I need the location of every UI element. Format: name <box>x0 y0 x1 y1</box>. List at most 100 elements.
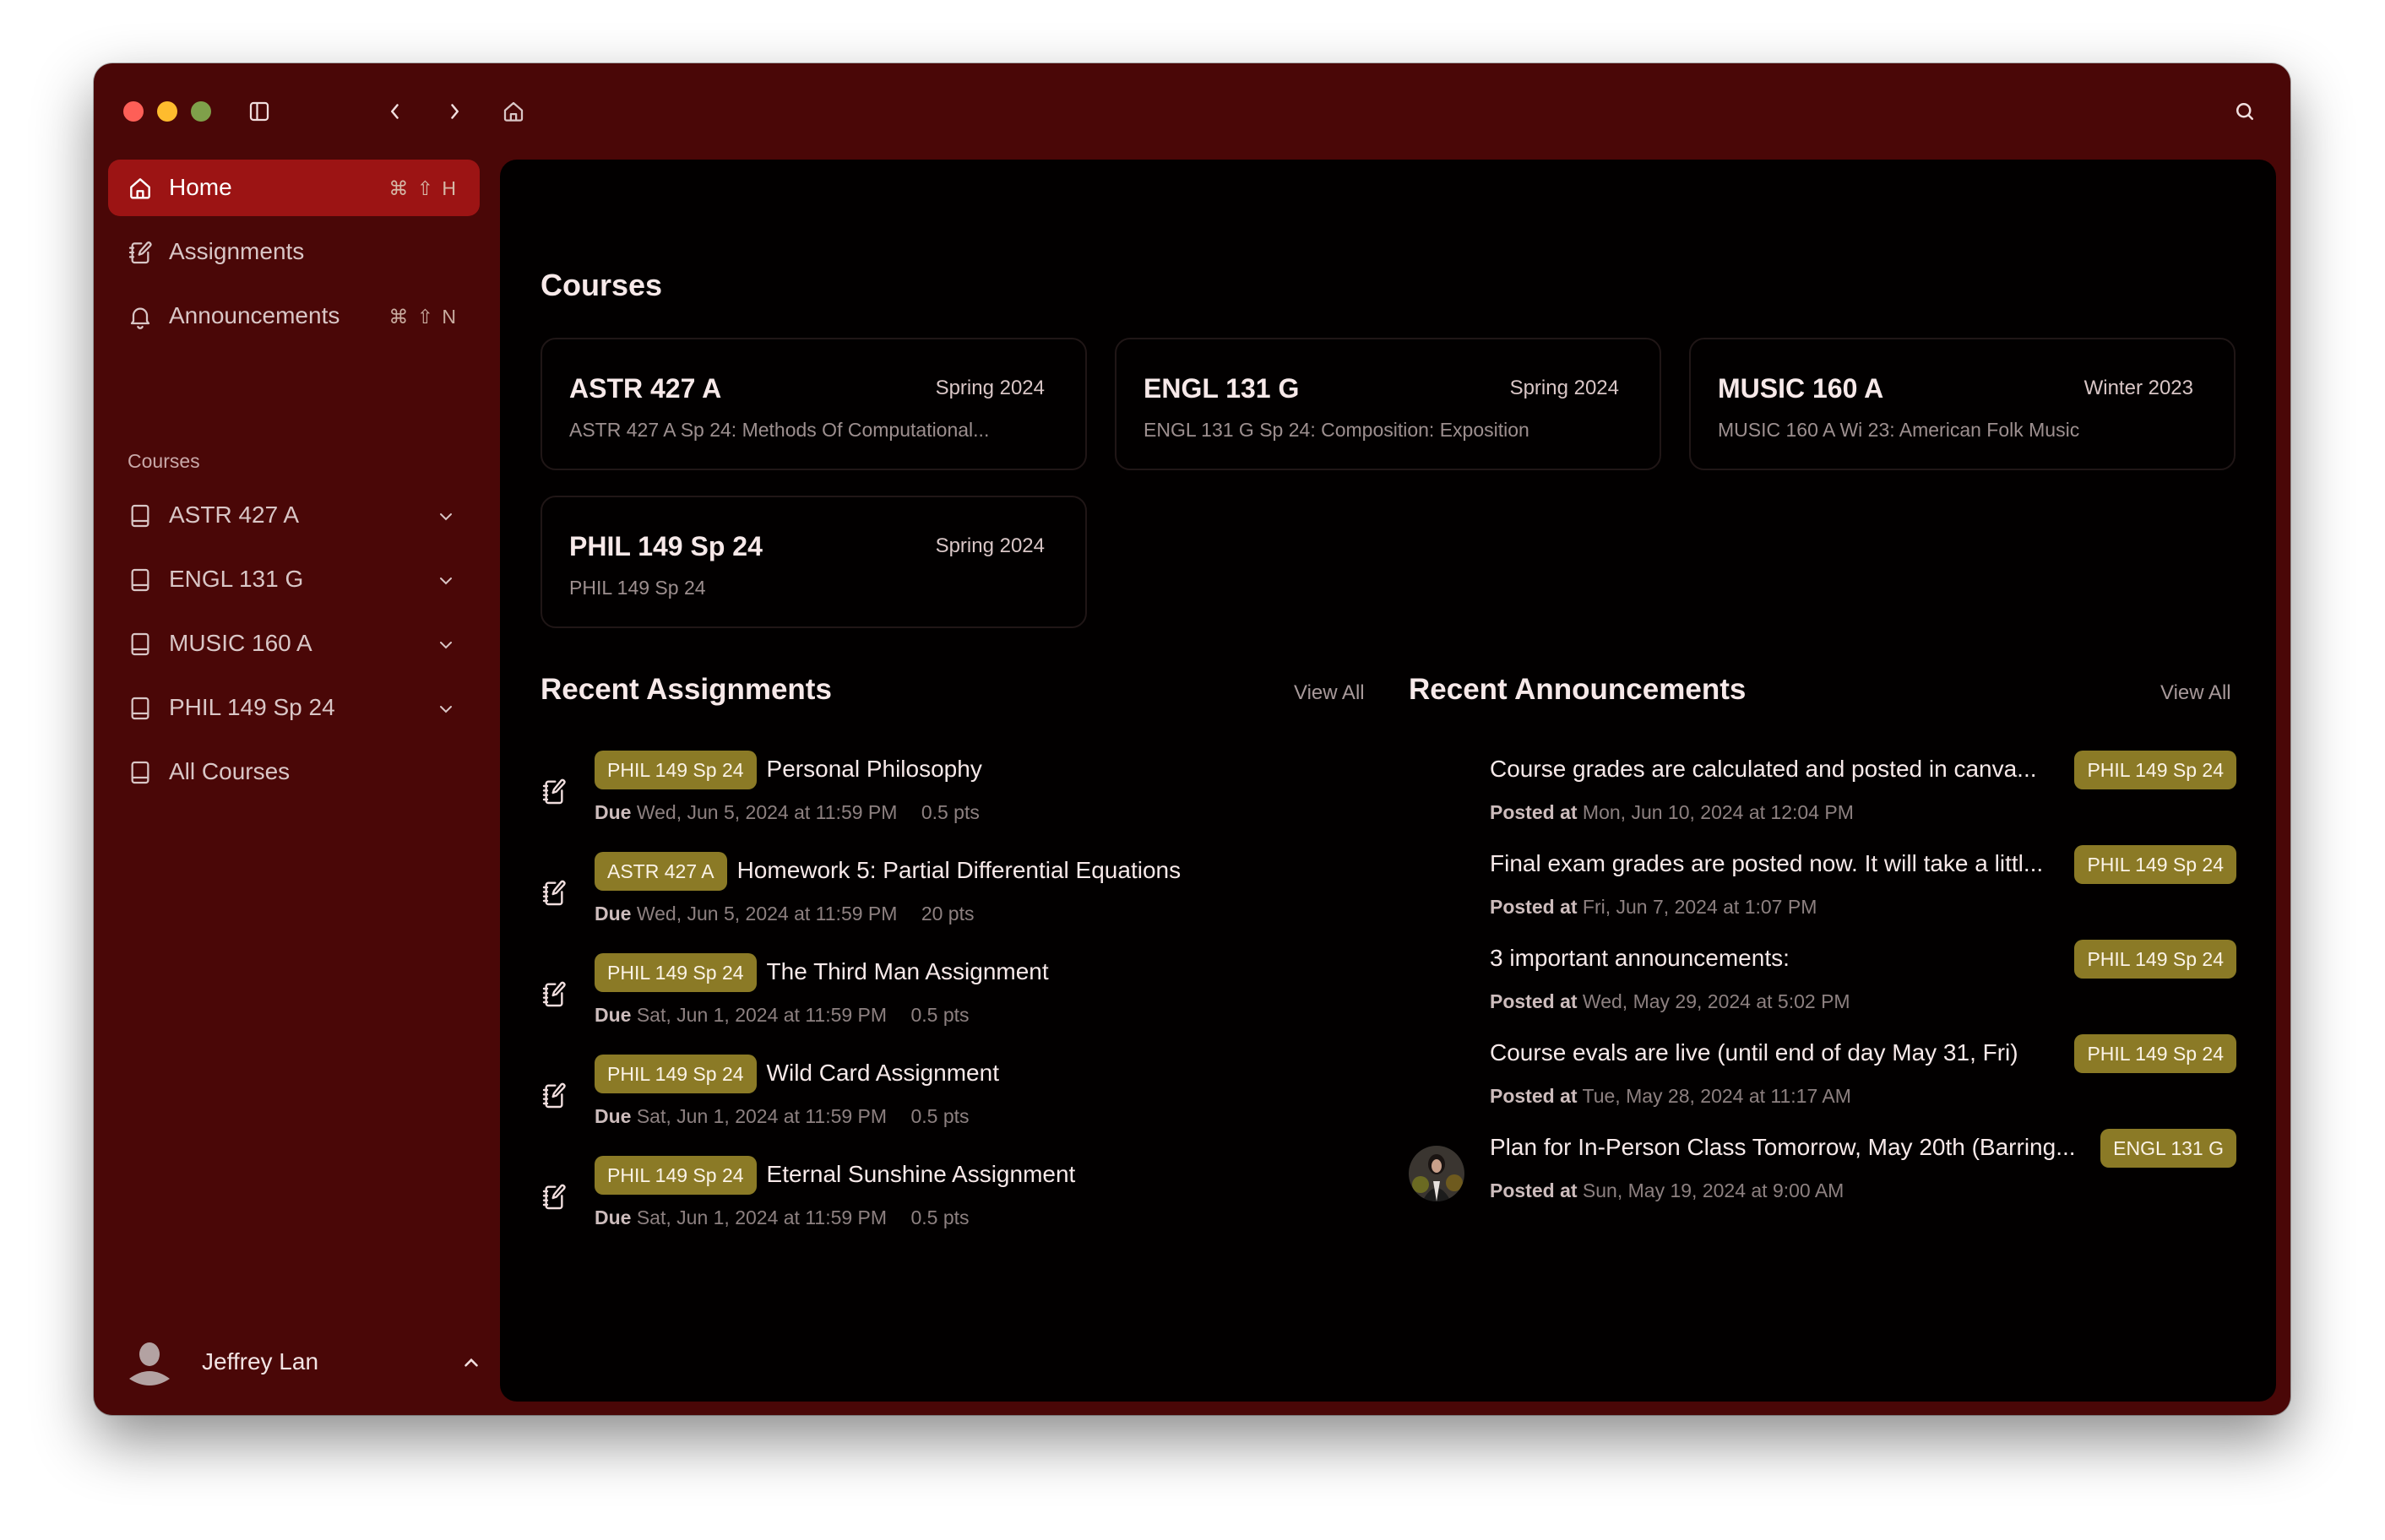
chevron-left-icon[interactable] <box>381 97 410 126</box>
sidebar-item-label: Home <box>169 174 232 200</box>
book-icon <box>127 502 154 529</box>
recent-assignments-heading: Recent Assignments <box>541 673 832 706</box>
assignment-list-item[interactable]: PHIL 149 Sp 24 Eternal Sunshine Assignme… <box>541 1156 1385 1240</box>
due-date: Sat, Jun 1, 2024 at 11:59 PM <box>636 1207 888 1228</box>
notebook-pen-icon <box>541 1181 568 1212</box>
notebook-pen-icon <box>541 776 568 806</box>
assignment-list-item[interactable]: PHIL 149 Sp 24 Personal Philosophy Due W… <box>541 751 1385 835</box>
assignments-view-all-link[interactable]: View All <box>1294 681 1365 705</box>
announcement-title[interactable]: Plan for In-Person Class Tomorrow, May 2… <box>1490 1134 2076 1161</box>
announcement-title[interactable]: Course grades are calculated and posted … <box>1490 756 2037 783</box>
user-menu[interactable]: Jeffrey Lan <box>128 1330 482 1397</box>
recent-announcements-heading: Recent Announcements <box>1409 673 1747 706</box>
due-date: Sat, Jun 1, 2024 at 11:59 PM <box>636 1105 888 1127</box>
sidebar-course-phil-149-sp-24[interactable]: PHIL 149 Sp 24 <box>108 680 480 736</box>
course-code: MUSIC 160 A <box>1718 373 1884 404</box>
course-badge[interactable]: ASTR 427 A <box>595 852 727 891</box>
chevron-down-icon[interactable] <box>436 634 456 654</box>
sidebar-toggle-icon[interactable] <box>245 97 274 126</box>
announcement-list-item[interactable]: Course grades are calculated and posted … <box>1409 751 2236 835</box>
posted-date: Mon, Jun 10, 2024 at 12:04 PM <box>1582 801 1854 823</box>
chevron-right-icon[interactable] <box>440 97 469 126</box>
course-badge[interactable]: PHIL 149 Sp 24 <box>595 1156 757 1195</box>
bell-icon <box>127 303 154 330</box>
posted-label: Posted at <box>1490 990 1578 1012</box>
home-icon[interactable] <box>499 97 528 126</box>
window-minimize-button[interactable] <box>157 101 177 122</box>
announcement-title[interactable]: Course evals are live (until end of day … <box>1490 1039 2018 1066</box>
course-code: ASTR 427 A <box>569 373 722 404</box>
due-date: Wed, Jun 5, 2024 at 11:59 PM <box>636 801 898 823</box>
sidebar-course-engl-131-g[interactable]: ENGL 131 G <box>108 551 480 608</box>
course-card-engl-131-g[interactable]: ENGL 131 G Spring 2024 ENGL 131 G Sp 24:… <box>1115 338 1661 470</box>
sidebar-item-announcements[interactable]: Announcements ⌘ ⇧ N <box>108 288 480 344</box>
announcement-posted: Posted at Mon, Jun 10, 2024 at 12:04 PM <box>1490 801 1854 824</box>
due-label: Due <box>595 1207 632 1228</box>
window-close-button[interactable] <box>123 101 144 122</box>
assignment-due: Due Wed, Jun 5, 2024 at 11:59 PM 0.5 pts <box>595 801 980 824</box>
sidebar: Home ⌘ ⇧ H Assignments Announcements ⌘ ⇧… <box>94 156 500 1414</box>
course-badge[interactable]: PHIL 149 Sp 24 <box>2074 845 2236 884</box>
course-card-phil-149-sp-24[interactable]: PHIL 149 Sp 24 Spring 2024 PHIL 149 Sp 2… <box>541 496 1087 628</box>
announcement-list-item[interactable]: Final exam grades are posted now. It wil… <box>1409 845 2236 930</box>
course-badge[interactable]: PHIL 149 Sp 24 <box>2074 751 2236 789</box>
announcements-view-all-link[interactable]: View All <box>2160 681 2231 705</box>
assignment-list-item[interactable]: ASTR 427 A Homework 5: Partial Different… <box>541 852 1385 936</box>
keyboard-shortcut: ⌘ ⇧ N <box>388 306 458 328</box>
course-badge[interactable]: PHIL 149 Sp 24 <box>595 751 757 789</box>
posted-label: Posted at <box>1490 1085 1578 1107</box>
sidebar-course-music-160-a[interactable]: MUSIC 160 A <box>108 615 480 672</box>
assignment-title[interactable]: Personal Philosophy <box>767 756 982 783</box>
app-window: Home ⌘ ⇧ H Assignments Announcements ⌘ ⇧… <box>94 63 2290 1415</box>
assignment-points: 0.5 pts <box>910 1004 970 1026</box>
due-label: Due <box>595 801 632 823</box>
assignment-title[interactable]: Homework 5: Partial Differential Equatio… <box>737 857 1182 884</box>
assignment-title[interactable]: The Third Man Assignment <box>767 958 1049 985</box>
main-content: Courses ASTR 427 A Spring 2024 ASTR 427 … <box>500 160 2276 1402</box>
sidebar-course-astr-427-a[interactable]: ASTR 427 A <box>108 487 480 544</box>
notebook-pen-icon <box>541 1080 568 1110</box>
assignment-title[interactable]: Wild Card Assignment <box>767 1060 999 1087</box>
notebook-pen-icon <box>127 239 154 266</box>
course-badge[interactable]: PHIL 149 Sp 24 <box>595 1055 757 1093</box>
assignment-due: Due Sat, Jun 1, 2024 at 11:59 PM 0.5 pts <box>595 1004 970 1027</box>
announcement-posted: Posted at Wed, May 29, 2024 at 5:02 PM <box>1490 990 1850 1013</box>
chevron-up-icon[interactable] <box>460 1352 482 1374</box>
assignment-due: Due Sat, Jun 1, 2024 at 11:59 PM 0.5 pts <box>595 1105 970 1128</box>
assignment-title[interactable]: Eternal Sunshine Assignment <box>767 1161 1076 1188</box>
course-badge[interactable]: PHIL 149 Sp 24 <box>595 953 757 992</box>
assignment-list-item[interactable]: PHIL 149 Sp 24 The Third Man Assignment … <box>541 953 1385 1038</box>
course-badge[interactable]: PHIL 149 Sp 24 <box>2074 1034 2236 1073</box>
sidebar-item-all-courses[interactable]: All Courses <box>108 744 480 800</box>
chevron-down-icon[interactable] <box>436 698 456 718</box>
due-date: Sat, Jun 1, 2024 at 11:59 PM <box>636 1004 888 1026</box>
course-card-music-160-a[interactable]: MUSIC 160 A Winter 2023 MUSIC 160 A Wi 2… <box>1689 338 2236 470</box>
due-label: Due <box>595 903 632 925</box>
announcement-title[interactable]: 3 important announcements: <box>1490 945 1790 972</box>
assignment-list-item[interactable]: PHIL 149 Sp 24 Wild Card Assignment Due … <box>541 1055 1385 1139</box>
posted-date: Fri, Jun 7, 2024 at 1:07 PM <box>1582 896 1817 918</box>
chevron-down-icon[interactable] <box>436 570 456 590</box>
announcement-list-item[interactable]: Plan for In-Person Class Tomorrow, May 2… <box>1409 1129 2236 1213</box>
book-icon <box>127 695 154 722</box>
announcement-title[interactable]: Final exam grades are posted now. It wil… <box>1490 850 2043 877</box>
course-badge[interactable]: PHIL 149 Sp 24 <box>2074 940 2236 979</box>
course-card-astr-427-a[interactable]: ASTR 427 A Spring 2024 ASTR 427 A Sp 24:… <box>541 338 1087 470</box>
announcement-posted: Posted at Fri, Jun 7, 2024 at 1:07 PM <box>1490 896 1817 919</box>
window-maximize-button[interactable] <box>191 101 211 122</box>
chevron-down-icon[interactable] <box>436 506 456 526</box>
book-icon <box>127 567 154 594</box>
posted-date: Tue, May 28, 2024 at 11:17 AM <box>1582 1085 1851 1107</box>
course-subtitle: ASTR 427 A Sp 24: Methods Of Computation… <box>569 419 990 441</box>
posted-date: Sun, May 19, 2024 at 9:00 AM <box>1582 1179 1844 1201</box>
courses-heading: Courses <box>541 268 663 302</box>
course-badge[interactable]: ENGL 131 G <box>2100 1129 2236 1168</box>
course-subtitle: ENGL 131 G Sp 24: Composition: Expositio… <box>1144 419 1529 441</box>
announcement-list-item[interactable]: Course evals are live (until end of day … <box>1409 1034 2236 1119</box>
assignment-points: 0.5 pts <box>921 801 980 823</box>
sidebar-item-label: ENGL 131 G <box>169 566 304 592</box>
sidebar-item-assignments[interactable]: Assignments <box>108 224 480 280</box>
sidebar-item-home[interactable]: Home ⌘ ⇧ H <box>108 160 480 216</box>
search-icon[interactable] <box>2230 97 2259 126</box>
announcement-list-item[interactable]: 3 important announcements: PHIL 149 Sp 2… <box>1409 940 2236 1024</box>
